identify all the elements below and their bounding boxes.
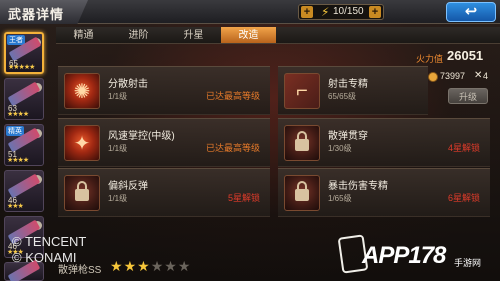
wind-control-icon: ✦ xyxy=(64,125,100,161)
upgrade-button[interactable]: 升级 xyxy=(448,88,488,104)
skill-card-scatter-fire[interactable]: ✺ 分散射击 1/1级 已达最高等级 xyxy=(58,66,270,115)
watermark-sub: 手游网 xyxy=(454,258,482,268)
tab-mastery[interactable]: 精通 xyxy=(56,27,111,43)
skill-card-shotgun-pierce[interactable]: 散弹贯穿 1/30级 4星解锁 xyxy=(278,118,490,167)
tab-advance[interactable]: 进阶 xyxy=(111,27,166,43)
skill-status: 6星解锁 xyxy=(448,193,481,203)
star-empty-icon: ★ xyxy=(164,258,178,274)
skill-status: 已达最高等级 xyxy=(206,91,261,101)
lock-icon xyxy=(64,175,100,211)
weapon-card-1[interactable]: 王者 65 ★★★★★ xyxy=(4,32,44,74)
skill-level: 1/30级 xyxy=(328,144,352,153)
page-title: 武器详情 xyxy=(8,7,65,22)
skill-name: 散弹贯穿 xyxy=(328,131,368,142)
lock-icon xyxy=(284,175,320,211)
skill-status: 4星解锁 xyxy=(448,143,481,153)
site-watermark: APP178 手游网 xyxy=(337,232,500,278)
skill-name: 偏斜反弹 xyxy=(108,181,148,192)
skill-card-deflect[interactable]: 偏斜反弹 1/1级 5星解锁 xyxy=(58,168,270,217)
tab-modify[interactable]: 改造 xyxy=(221,27,276,43)
skill-card-wind-control[interactable]: ✦ 风速掌控(中级) 1/1级 已达最高等级 xyxy=(58,118,270,167)
item-count: 4 xyxy=(483,71,489,81)
weapon-stars: ★★★★ xyxy=(7,157,29,164)
tab-bar: 精通 进阶 升星 改造 xyxy=(56,27,500,44)
skill-level: 1/1级 xyxy=(108,92,128,101)
skill-name: 暴击伤害专精 xyxy=(328,181,388,192)
skill-name: 射击专精 xyxy=(328,79,368,90)
skill-level: 1/1级 xyxy=(108,194,128,203)
skill-card-crit-mastery[interactable]: 暴击伤害专精 1/65级 6星解锁 xyxy=(278,168,490,217)
scatter-fire-icon: ✺ xyxy=(64,73,100,109)
star-empty-icon: ★ xyxy=(177,258,192,274)
weapon-card-3[interactable]: 精英 51 ★★★★ xyxy=(4,124,44,166)
weapon-gun-icon xyxy=(7,173,41,199)
skill-status: 5星解锁 xyxy=(228,193,261,203)
skill-name: 分散射击 xyxy=(108,79,148,90)
weapon-gun-icon xyxy=(7,81,41,107)
weapon-stars: ★★★★ xyxy=(7,111,29,118)
weapon-card-2[interactable]: 63 ★★★★ xyxy=(4,78,44,120)
watermark-brand: APP178 xyxy=(362,242,446,269)
copyright-line-1: © TENCENT xyxy=(12,234,87,249)
star-filled-icon: ★ xyxy=(110,258,124,274)
bullet-icon: ✕ xyxy=(474,70,483,81)
power-value: 26051 xyxy=(447,48,484,63)
energy-plus-button-right[interactable]: + xyxy=(369,6,381,18)
back-button[interactable]: ↩ xyxy=(446,2,496,22)
energy-plus-button[interactable]: + xyxy=(301,6,313,18)
lock-icon xyxy=(284,125,320,161)
skill-level: 65/65级 xyxy=(328,92,357,101)
star-filled-icon: ★ xyxy=(137,258,151,274)
weapon-stars: ★★★★★ xyxy=(8,64,35,71)
energy-value: 10/150 xyxy=(333,6,364,17)
energy-display: + ⚡ 10/150 + xyxy=(298,4,384,20)
weapon-card-4[interactable]: 46 ★★★ xyxy=(4,170,44,212)
weapon-name: 散弹枪SS xyxy=(58,265,102,276)
tab-star-up[interactable]: 升星 xyxy=(166,27,221,43)
star-empty-icon: ★ xyxy=(150,258,165,274)
weapon-stars: ★★★ xyxy=(7,203,24,210)
top-bar: 武器详情 + ⚡ 10/150 + ↩ xyxy=(0,0,500,24)
skill-card-shooting-mastery[interactable]: ⌐ 射击专精 65/65级 xyxy=(278,66,428,115)
power-label: 火力值 xyxy=(416,54,444,64)
rifle-icon: ⌐ xyxy=(284,73,320,109)
skill-name: 风速掌控(中级) xyxy=(108,131,175,142)
skill-status: 已达最高等级 xyxy=(206,143,261,153)
star-filled-icon: ★ xyxy=(123,258,138,274)
gold-coin-icon xyxy=(428,72,438,82)
star-rating: ★★★★★★ xyxy=(110,258,191,275)
skill-level: 1/65级 xyxy=(328,194,352,203)
skill-level: 1/1级 xyxy=(108,144,128,153)
coin-cost: 73997 xyxy=(440,71,466,81)
lightning-icon: ⚡ xyxy=(321,5,330,19)
